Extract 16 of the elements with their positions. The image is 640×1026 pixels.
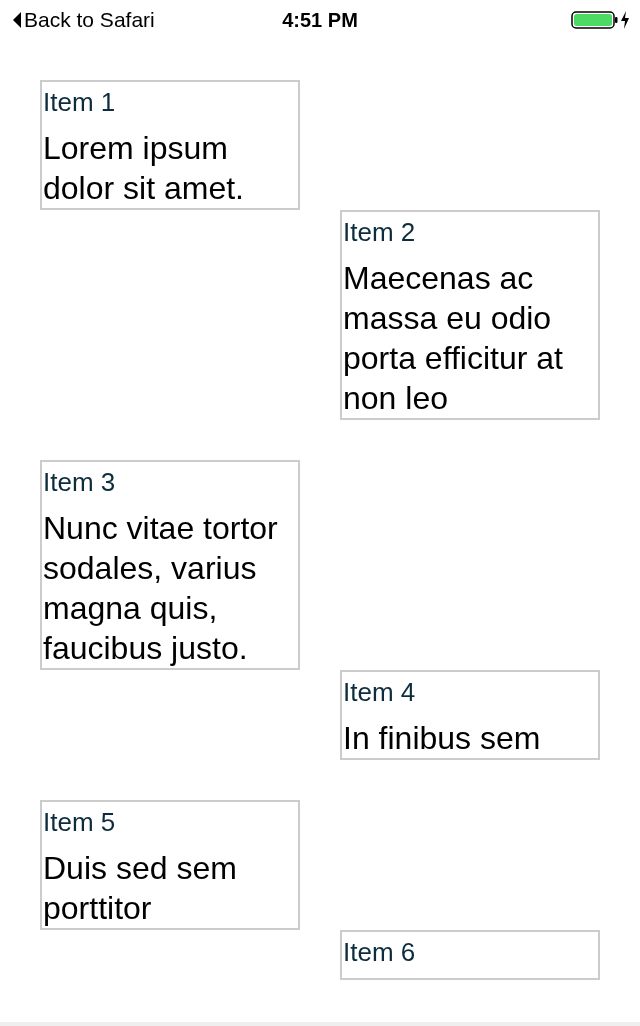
item-title: Item 2 <box>343 216 417 249</box>
charging-icon <box>620 10 630 30</box>
item-title: Item 1 <box>43 86 117 119</box>
item-text: Lorem ipsum dolor sit amet. <box>43 129 245 208</box>
status-time: 4:51 PM <box>282 8 358 32</box>
back-arrow-icon[interactable] <box>12 10 22 30</box>
item-text: Duis sed sem porttitor <box>43 849 238 928</box>
item-title: Item 6 <box>343 936 417 969</box>
item-title: Item 4 <box>343 676 417 709</box>
back-link[interactable]: Back to Safari <box>24 8 155 32</box>
item-text: Nunc vitae tortor sodales, varius magna quis, faucibus justo. <box>43 509 279 668</box>
battery-icon <box>571 10 619 30</box>
item-text: In finibus sem <box>343 719 542 758</box>
item-title: Item 5 <box>43 806 117 839</box>
item-title: Item 3 <box>43 466 117 499</box>
item-text: Maecenas ac massa eu odio porta efficitur at non leo <box>343 259 564 418</box>
